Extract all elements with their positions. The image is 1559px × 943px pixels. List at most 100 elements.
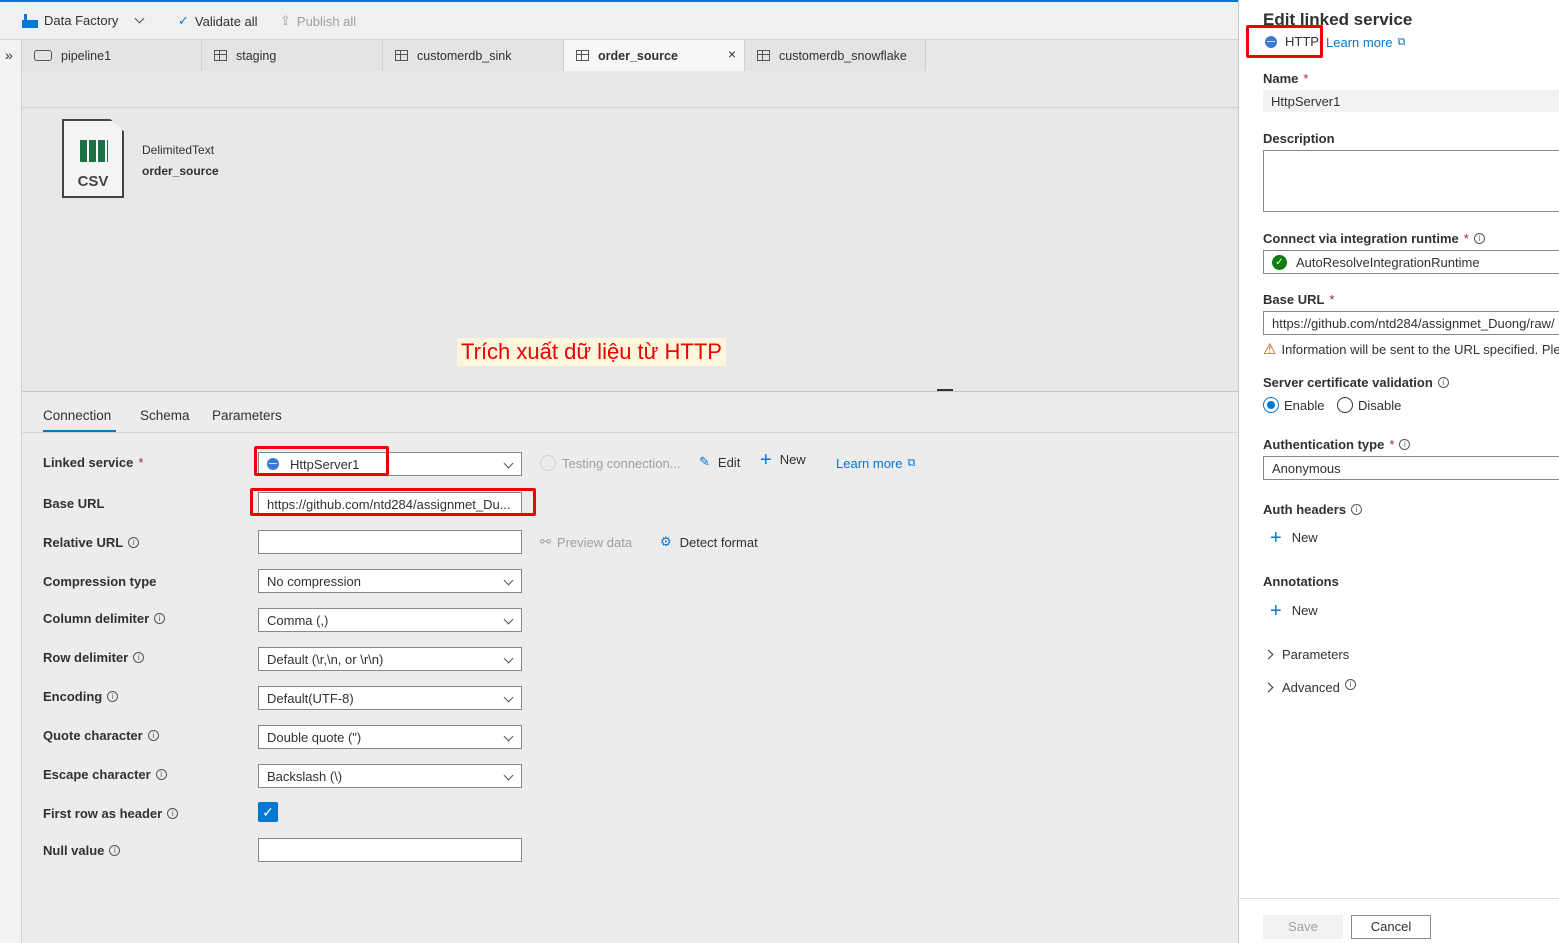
annotations-label: Annotations xyxy=(1263,574,1339,589)
tab-customerdb-sink[interactable]: customerdb_sink xyxy=(383,40,564,71)
tab-order-source[interactable]: order_source × xyxy=(564,40,745,71)
tab-label: pipeline1 xyxy=(61,48,112,63)
tab-customerdb-snowflake[interactable]: customerdb_snowflake xyxy=(745,40,926,71)
preview-label: Preview data xyxy=(556,534,633,550)
edit-button[interactable]: ✎ Edit xyxy=(699,454,740,470)
base-url-field[interactable]: https://github.com/ntd284/assignmet_Duon… xyxy=(1263,311,1559,335)
chevron-down-icon xyxy=(503,731,514,742)
escape-character-select[interactable]: Backslash (\) xyxy=(258,764,522,788)
chevron-down-icon xyxy=(503,653,514,664)
name-label: Name * xyxy=(1263,71,1309,86)
info-icon: i xyxy=(155,769,167,780)
linked-service-select[interactable]: HttpServer1 xyxy=(258,452,522,476)
subtab-label: Schema xyxy=(140,408,190,423)
base-url-label: Base URL * xyxy=(1263,292,1335,307)
null-value-field[interactable] xyxy=(258,838,522,862)
validate-icon: ✓ xyxy=(178,13,189,28)
description-field[interactable] xyxy=(1263,150,1559,212)
csv-file-icon: CSV xyxy=(62,119,124,198)
auth-type-select[interactable]: Anonymous xyxy=(1263,456,1559,480)
first-row-header-checkbox[interactable]: ✓ xyxy=(258,802,278,822)
tab-parameters[interactable]: Parameters xyxy=(212,408,282,423)
relative-url-field[interactable] xyxy=(258,530,522,554)
external-link-icon: ⧉ xyxy=(907,457,916,469)
tab-label: customerdb_snowflake xyxy=(779,48,907,63)
chevron-right-icon xyxy=(1263,649,1274,660)
tab-label: order_source xyxy=(598,48,678,63)
testing-connection: Testing connection... xyxy=(540,455,681,471)
warning-text: Information will be sent to the URL spec… xyxy=(1281,341,1559,357)
footer-divider xyxy=(1239,898,1559,899)
validate-label: Validate all xyxy=(194,13,258,29)
info-icon: i xyxy=(1344,679,1356,690)
new-annotation-button[interactable]: + New xyxy=(1270,599,1318,622)
tab-connection[interactable]: Connection xyxy=(43,408,111,423)
tab-staging[interactable]: staging xyxy=(202,40,383,71)
quote-character-label: Quote character i xyxy=(43,728,159,743)
encoding-select[interactable]: Default(UTF-8) xyxy=(258,686,522,710)
table-icon xyxy=(395,50,408,61)
table-icon xyxy=(576,50,589,61)
tab-label: customerdb_sink xyxy=(417,48,512,63)
quote-character-select[interactable]: Double quote (") xyxy=(258,725,522,749)
description-label: Description xyxy=(1263,131,1335,146)
save-button[interactable]: Save xyxy=(1263,915,1343,939)
globe-icon xyxy=(1265,35,1277,48)
publish-label: Publish all xyxy=(296,13,357,29)
publish-all-button[interactable]: ⇪ Publish all xyxy=(280,13,356,29)
runtime-select[interactable]: ✓ AutoResolveIntegrationRuntime xyxy=(1263,250,1559,274)
learn-more-label: Learn more xyxy=(1326,35,1393,50)
http-type: HTTP xyxy=(1265,34,1319,49)
tab-schema[interactable]: Schema xyxy=(140,408,190,423)
info-icon: i xyxy=(1351,504,1363,515)
chevron-right-icon xyxy=(1263,682,1274,693)
linked-service-label: Linked service * xyxy=(43,455,144,470)
divider xyxy=(22,432,1238,433)
csv-icon-text: CSV xyxy=(77,173,109,190)
preview-data-button[interactable]: ⚯ Preview data xyxy=(540,534,632,550)
subtab-label: Connection xyxy=(43,408,112,423)
base-url-label: Base URL xyxy=(43,496,105,511)
encoding-label: Encoding i xyxy=(43,689,119,704)
edit-linked-service-panel: Edit linked service HTTP Learn more ⧉ Na… xyxy=(1238,0,1559,943)
column-delimiter-select[interactable]: Comma (,) xyxy=(258,608,522,632)
detect-format-button[interactable]: ⚙ Detect format xyxy=(660,534,758,550)
base-url-field[interactable]: https://github.com/ntd284/assignmet_Du..… xyxy=(258,492,522,516)
new-linked-service-button[interactable]: + New xyxy=(760,450,806,470)
plus-icon: + xyxy=(1270,599,1282,622)
disable-radio[interactable]: Disable xyxy=(1337,397,1401,413)
close-icon[interactable]: × xyxy=(728,46,736,62)
info-icon: i xyxy=(1399,439,1411,450)
testing-label: Testing connection... xyxy=(562,455,681,471)
new-auth-header-button[interactable]: + New xyxy=(1270,528,1318,548)
cancel-button[interactable]: Cancel xyxy=(1351,915,1431,939)
row-delimiter-select[interactable]: Default (\r,\n, or \r\n) xyxy=(258,647,522,671)
data-factory-menu[interactable]: Data Factory xyxy=(22,13,145,28)
globe-icon xyxy=(267,458,279,470)
learn-more-link[interactable]: Learn more ⧉ xyxy=(1326,35,1405,50)
compression-label: Compression type xyxy=(43,574,157,589)
tab-bar: pipeline1 staging customerdb_sink order_… xyxy=(22,40,1238,71)
enable-radio[interactable]: Enable xyxy=(1263,397,1324,413)
parameters-expander[interactable]: Parameters xyxy=(1263,647,1350,662)
validate-all-button[interactable]: ✓ Validate all xyxy=(178,13,258,29)
http-type-label: HTTP xyxy=(1285,34,1319,49)
top-toolbar: Data Factory ✓ Validate all ⇪ Publish al… xyxy=(0,0,1238,40)
chevron-down-icon xyxy=(503,770,514,781)
radio-off xyxy=(1337,397,1353,413)
parameters-label: Parameters xyxy=(1282,647,1350,662)
dataset-canvas: CSV DelimitedText order_source Trích xuấ… xyxy=(22,107,1238,391)
first-row-header-label: First row as header i xyxy=(43,806,179,821)
name-field[interactable]: HttpServer1 xyxy=(1263,90,1559,112)
tab-pipeline1[interactable]: pipeline1 xyxy=(22,40,202,71)
learn-more-link[interactable]: Learn more ⧉ xyxy=(836,456,915,471)
compression-select[interactable]: No compression xyxy=(258,569,522,593)
info-icon: i xyxy=(107,691,119,702)
warning-icon: ⚠ xyxy=(1263,341,1277,358)
check-circle-icon: ✓ xyxy=(1272,254,1287,270)
advanced-expander[interactable]: Advanced i xyxy=(1263,679,1356,695)
auth-type-label: Authentication type * i xyxy=(1263,437,1411,452)
expand-icon[interactable]: » xyxy=(5,47,13,63)
chevron-down-icon xyxy=(503,458,514,469)
cert-validation-label: Server certificate validation i xyxy=(1263,375,1449,390)
